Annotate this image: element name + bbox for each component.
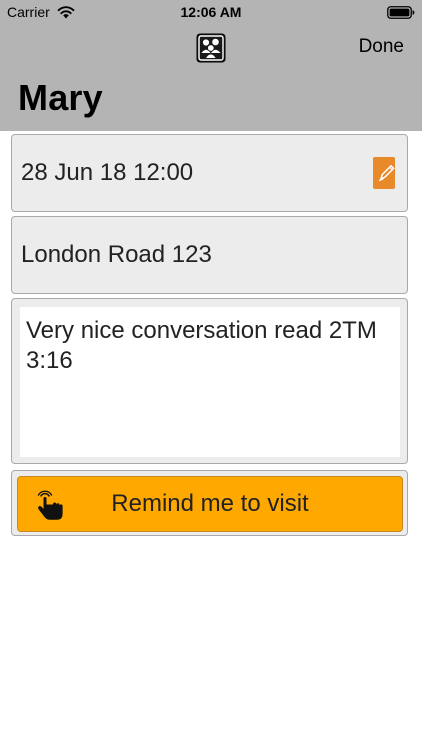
visit-date[interactable]: 28 Jun 18 12:00 bbox=[21, 159, 193, 187]
date-card: 28 Jun 18 12:00 bbox=[11, 134, 408, 212]
remind-me-label: Remind me to visit bbox=[111, 490, 309, 517]
remind-card: Remind me to visit bbox=[11, 470, 408, 536]
notes-card: Very nice conversation read 2TM 3:16 bbox=[11, 298, 408, 464]
done-button[interactable]: Done bbox=[359, 36, 404, 58]
visit-address[interactable]: London Road 123 bbox=[21, 241, 212, 269]
notes-textarea[interactable]: Very nice conversation read 2TM 3:16 bbox=[20, 307, 400, 457]
status-time: 12:06 AM bbox=[180, 4, 242, 20]
page-title: Mary bbox=[18, 77, 103, 118]
edit-icon[interactable] bbox=[373, 157, 397, 189]
battery-icon bbox=[387, 6, 415, 19]
remind-me-button[interactable]: Remind me to visit bbox=[17, 476, 403, 532]
status-bar: Carrier 12:06 AM bbox=[0, 0, 422, 24]
navigation-bar: Done Mary bbox=[0, 24, 422, 131]
address-card: London Road 123 bbox=[11, 216, 408, 294]
contacts-icon bbox=[196, 33, 226, 63]
